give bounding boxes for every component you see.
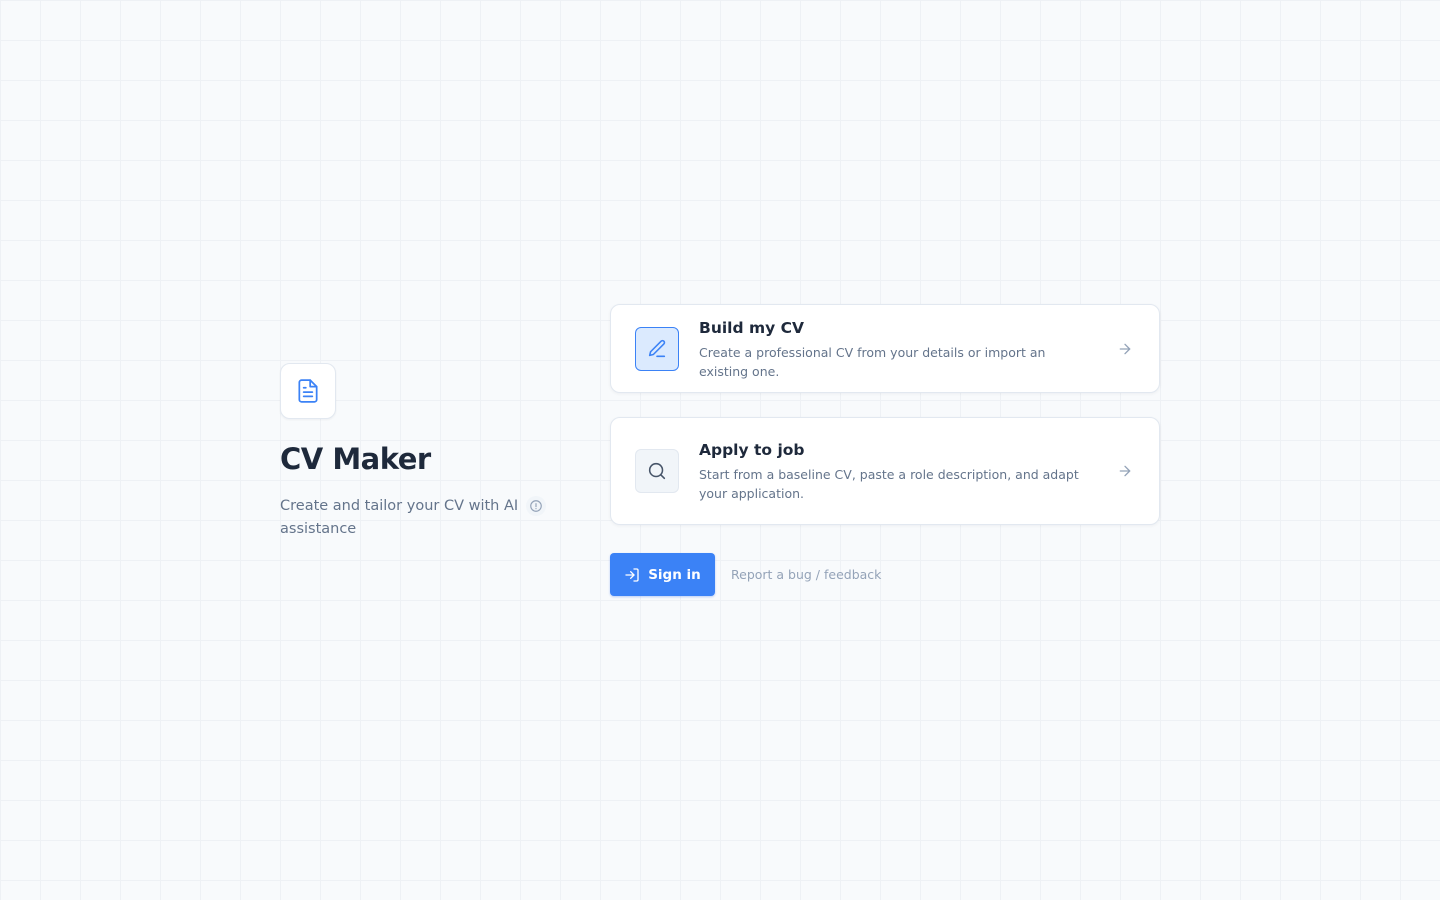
brand-logo (280, 363, 336, 419)
build-cv-card[interactable]: Build my CV Create a professional CV fro… (610, 304, 1160, 393)
build-cv-title: Build my CV (699, 318, 804, 337)
apply-job-description: Start from a baseline CV, paste a role d… (699, 467, 1079, 501)
pencil-icon (648, 339, 666, 357)
build-cv-description: Create a professional CV from your detai… (699, 344, 1046, 379)
sign-in-label: Sign in (648, 566, 701, 583)
arrow-right-icon (1119, 465, 1131, 477)
app-subtitle: Create and tailor your CV with AI assist… (280, 498, 519, 537)
brand-subtitle-row: Create and tailor your CV with AI assist… (280, 495, 550, 541)
apply-job-title: Apply to job (699, 441, 805, 459)
info-button[interactable] (526, 496, 546, 516)
apply-job-card[interactable]: Apply to job Start from a baseline CV, p… (610, 417, 1160, 525)
brand-section: CV Maker Create and tailor your CV with … (280, 363, 550, 541)
info-icon (530, 500, 542, 512)
build-cv-arrow (1117, 341, 1135, 357)
build-cv-text: Build my CV Create a professional CV fro… (699, 317, 1117, 381)
build-cv-icon-box (635, 326, 679, 371)
apply-job-icon-box (635, 449, 679, 493)
search-icon (648, 462, 666, 480)
apply-job-text: Apply to job Start from a baseline CV, p… (699, 439, 1117, 503)
sign-in-icon (625, 567, 639, 582)
document-icon (298, 379, 318, 403)
apply-job-arrow (1117, 463, 1135, 479)
sign-in-button[interactable]: Sign in (610, 553, 715, 596)
arrow-right-icon (1119, 343, 1131, 354)
app-title: CV Maker (280, 442, 431, 476)
report-bug-link[interactable]: Report a bug / feedback (731, 566, 881, 583)
